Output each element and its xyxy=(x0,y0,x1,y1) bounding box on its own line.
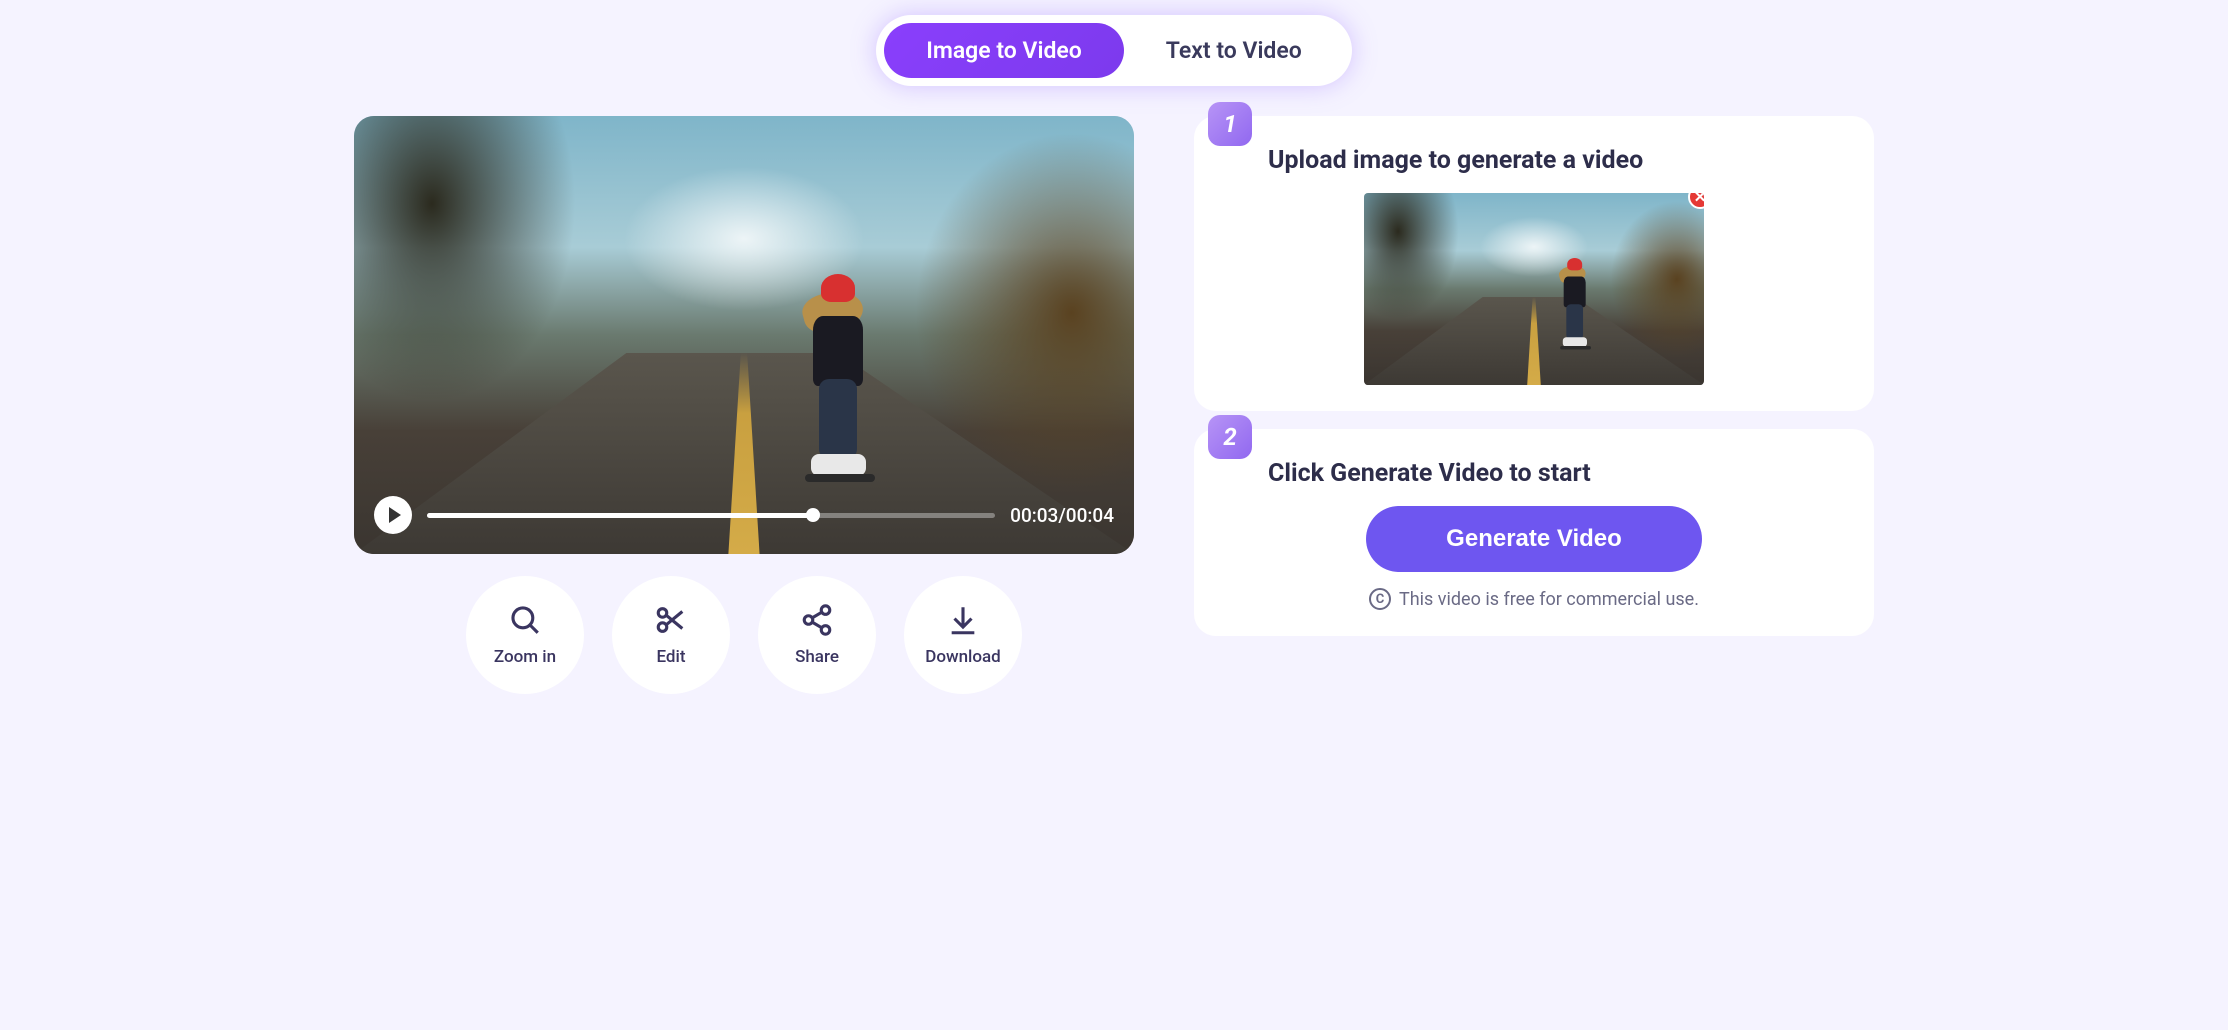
zoom-icon xyxy=(508,603,542,637)
close-icon: ✕ xyxy=(1694,193,1704,205)
edit-button[interactable]: Edit xyxy=(612,576,730,694)
video-controls: 00:03/00:04 xyxy=(374,496,1114,534)
play-button[interactable] xyxy=(374,496,412,534)
play-icon xyxy=(389,507,401,523)
download-button[interactable]: Download xyxy=(904,576,1022,694)
disclaimer: C This video is free for commercial use. xyxy=(1230,588,1838,610)
zoom-label: Zoom in xyxy=(494,647,556,667)
download-icon xyxy=(946,603,980,637)
edit-label: Edit xyxy=(656,647,685,667)
share-icon xyxy=(800,603,834,637)
tab-pill: Image to Video Text to Video xyxy=(876,15,1352,86)
mode-tabs: Image to Video Text to Video xyxy=(20,15,2208,86)
video-progress[interactable] xyxy=(427,513,995,518)
time-display: 00:03/00:04 xyxy=(1010,504,1114,527)
scissors-icon xyxy=(654,603,688,637)
progress-thumb[interactable] xyxy=(806,508,820,522)
tab-text-to-video[interactable]: Text to Video xyxy=(1124,23,1344,78)
step-1-card: 1 Upload image to generate a video xyxy=(1194,116,1874,411)
zoom-in-button[interactable]: Zoom in xyxy=(466,576,584,694)
uploaded-image-thumbnail[interactable]: ✕ xyxy=(1364,193,1704,385)
video-subject xyxy=(791,274,891,494)
step-1-badge: 1 xyxy=(1208,102,1252,146)
copyright-icon: C xyxy=(1369,588,1391,610)
step-2-card: 2 Click Generate Video to start Generate… xyxy=(1194,429,1874,636)
generate-video-button[interactable]: Generate Video xyxy=(1366,506,1702,572)
action-buttons: Zoom in Edit Share Download xyxy=(354,576,1134,694)
disclaimer-text: This video is free for commercial use. xyxy=(1399,589,1699,610)
step-2-badge: 2 xyxy=(1208,415,1252,459)
video-preview[interactable]: 00:03/00:04 xyxy=(354,116,1134,554)
step-1-title: Upload image to generate a video xyxy=(1268,146,1838,175)
tab-image-to-video[interactable]: Image to Video xyxy=(884,23,1124,78)
share-button[interactable]: Share xyxy=(758,576,876,694)
download-label: Download xyxy=(925,647,1001,667)
share-label: Share xyxy=(795,647,839,667)
step-2-title: Click Generate Video to start xyxy=(1268,459,1838,488)
